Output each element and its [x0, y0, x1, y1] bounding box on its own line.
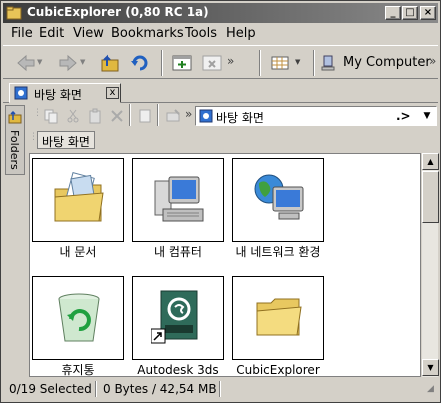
- my-documents-icon: [54, 172, 104, 222]
- resize-grip-icon[interactable]: ◢: [427, 384, 434, 394]
- back-arrow-icon[interactable]: [15, 52, 37, 74]
- tab-desktop[interactable]: 바탕 화면 x: [9, 83, 121, 103]
- item-label: 내 문서: [59, 245, 97, 259]
- folder-icon: [256, 298, 302, 336]
- item-label: Autodesk 3ds: [137, 363, 219, 377]
- forward-dropdown-icon[interactable]: ▼: [80, 58, 85, 66]
- minimize-button[interactable]: _: [385, 6, 401, 20]
- my-computer-icon: [154, 176, 204, 222]
- menu-bookmarks[interactable]: Bookmarks: [111, 26, 184, 41]
- menu-bar: File Edit View Bookmarks Tools Help: [3, 24, 438, 44]
- rename-icon[interactable]: [165, 108, 181, 124]
- vertical-scrollbar[interactable]: ▲ ▼: [421, 153, 439, 377]
- file-item-my-documents[interactable]: 내 문서: [30, 158, 126, 259]
- autodesk-icon: [151, 290, 198, 344]
- item-thumbnail: [32, 276, 124, 360]
- app-window: CubicExplorer (0,80 RC 1a) _ □ × File Ed…: [0, 0, 441, 403]
- location-label[interactable]: My Computer: [343, 55, 431, 70]
- new-tab-icon[interactable]: [171, 52, 193, 74]
- item-label: 내 네트워크 환경: [235, 245, 321, 259]
- cut-icon[interactable]: [65, 108, 81, 124]
- copy-icon[interactable]: [43, 108, 59, 124]
- folders-panel-toggle[interactable]: Folders: [5, 105, 25, 175]
- forward-arrow-icon[interactable]: [57, 52, 79, 74]
- cubicexplorer-app-icon: [6, 6, 22, 20]
- toolbar-separator: [313, 50, 315, 76]
- toolbar-chevron-icon[interactable]: »: [227, 54, 234, 68]
- view-mode-icon[interactable]: [269, 52, 291, 74]
- item-label: CubicExplorer: [236, 363, 320, 377]
- up-folder-icon[interactable]: [99, 52, 121, 74]
- status-divider: [95, 381, 97, 397]
- status-selected: 0/19 Selected: [9, 382, 92, 396]
- network-icon: [254, 174, 304, 220]
- toolbar-separator: [259, 50, 261, 76]
- back-dropdown-icon[interactable]: ▼: [37, 58, 42, 66]
- status-size: 0 Bytes / 42,54 MB: [103, 382, 217, 396]
- file-item-my-computer[interactable]: 내 컴퓨터: [130, 158, 226, 259]
- status-bar: 0/19 Selected 0 Bytes / 42,54 MB ◢: [3, 379, 438, 399]
- toolbar2-chevron-icon[interactable]: »: [185, 107, 192, 121]
- delete-icon[interactable]: [109, 108, 125, 124]
- toolbar-separator: [161, 50, 163, 76]
- menu-file[interactable]: File: [11, 26, 33, 41]
- tab-bar: 바탕 화면 x: [3, 81, 438, 103]
- menu-help[interactable]: Help: [226, 26, 256, 41]
- file-item-recycle-bin[interactable]: 휴지통: [30, 276, 126, 377]
- file-item-network[interactable]: 내 네트워크 환경: [230, 158, 326, 259]
- window-title: CubicExplorer (0,80 RC 1a): [27, 5, 209, 19]
- item-thumbnail: [132, 276, 224, 360]
- close-tab-icon[interactable]: [201, 52, 223, 74]
- item-thumbnail: [132, 158, 224, 242]
- address-go-button[interactable]: .>: [396, 109, 411, 123]
- toolbar-separator: [129, 104, 131, 126]
- desktop-tab-icon: [14, 86, 28, 100]
- toolbar-separator: [157, 104, 159, 126]
- address-dropdown-icon[interactable]: ▼: [418, 107, 436, 125]
- location-chevron-icon[interactable]: »: [429, 54, 436, 68]
- computer-location-icon: [321, 55, 335, 71]
- menu-edit[interactable]: Edit: [39, 26, 64, 41]
- item-thumbnail: [232, 276, 324, 360]
- edit-toolbar: ⋮ » 바탕 화면 .> ▼: [29, 104, 437, 127]
- breadcrumb-bar: ⋮ 바탕 화면: [29, 129, 437, 151]
- folders-label: Folders: [8, 130, 21, 170]
- menu-tools[interactable]: Tools: [185, 26, 217, 41]
- refresh-icon[interactable]: [129, 52, 151, 74]
- recycle-bin-icon: [58, 293, 100, 342]
- maximize-button[interactable]: □: [402, 6, 418, 20]
- view-mode-dropdown-icon[interactable]: ▼: [295, 58, 300, 66]
- properties-icon[interactable]: [137, 108, 153, 124]
- file-item-cubicexplorer[interactable]: CubicExplorer: [230, 276, 326, 377]
- item-thumbnail: [232, 158, 324, 242]
- file-view[interactable]: 내 문서 내 컴퓨터 내 네트워크 환경 휴지통 Autodesk 3ds Cu…: [29, 153, 421, 377]
- address-desktop-icon: [199, 109, 213, 123]
- breadcrumb-desktop[interactable]: 바탕 화면: [37, 131, 95, 149]
- tab-close-icon[interactable]: x: [106, 87, 119, 99]
- item-thumbnail: [32, 158, 124, 242]
- main-toolbar: ▼ ▼ » ▼ My Computer »: [3, 45, 438, 79]
- menu-view[interactable]: View: [73, 26, 104, 41]
- close-button[interactable]: ×: [420, 6, 436, 20]
- scroll-up-icon[interactable]: ▲: [422, 153, 439, 170]
- toolbar2-grip: ⋮: [33, 108, 42, 118]
- item-label: 내 컴퓨터: [154, 245, 202, 259]
- folders-up-icon: [8, 110, 22, 124]
- tab-label: 바탕 화면: [34, 88, 82, 102]
- address-input[interactable]: 바탕 화면: [216, 109, 264, 126]
- item-label: 휴지통: [61, 363, 95, 377]
- status-divider: [219, 381, 221, 397]
- paste-icon[interactable]: [87, 108, 103, 124]
- scroll-down-icon[interactable]: ▼: [422, 359, 439, 376]
- title-bar[interactable]: CubicExplorer (0,80 RC 1a) _ □ ×: [3, 3, 438, 23]
- address-bar[interactable]: 바탕 화면 .> ▼: [195, 106, 437, 126]
- scroll-thumb[interactable]: [422, 171, 439, 223]
- file-item-autodesk[interactable]: Autodesk 3ds: [130, 276, 226, 377]
